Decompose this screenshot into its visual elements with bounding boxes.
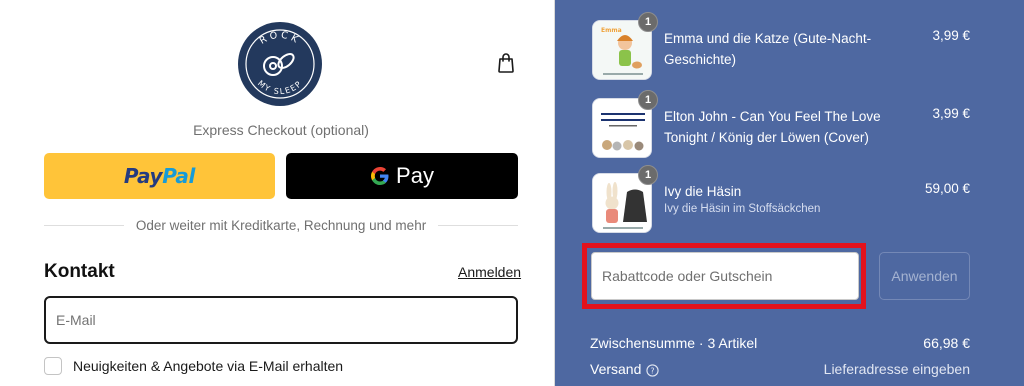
svg-text:?: ? (651, 366, 655, 375)
cart-item-price: 59,00 € (924, 181, 970, 196)
shipping-label: Versand (590, 361, 642, 377)
quantity-badge: 1 (638, 12, 658, 32)
shipping-value: Lieferadresse eingeben (823, 361, 970, 377)
cart-item: 1 Ivy die Häsin Ivy die Häsin im Stoffsä… (592, 165, 972, 233)
contact-heading: Kontakt (44, 261, 115, 282)
google-g-icon (371, 167, 389, 185)
bag-icon[interactable] (494, 51, 518, 75)
quantity-badge: 1 (638, 165, 658, 185)
google-pay-label: Pay (396, 163, 434, 188)
newsletter-label: Neuigkeiten & Angebote via E-Mail erhalt… (73, 358, 344, 374)
divider-line-left (44, 224, 124, 226)
google-pay-button[interactable]: Pay (286, 153, 518, 199)
newsletter-option: Neuigkeiten & Angebote via E-Mail erhalt… (44, 357, 343, 375)
svg-text:Emma: Emma (601, 27, 622, 34)
shipping-label-group: Versand? (590, 361, 660, 377)
cart-item-title: Elton John - Can You Feel The Love Tonig… (664, 109, 881, 145)
paypal-logo: PayPal (123, 164, 196, 188)
apply-discount-button[interactable]: Anwenden (879, 252, 970, 300)
svg-text:ROCK: ROCK (258, 30, 302, 47)
newsletter-checkbox[interactable] (44, 357, 62, 375)
cart-item: Emma 1 Emma und die Katze (Gute-Nacht-Ge… (592, 12, 972, 80)
cart-item-variant: Ivy die Häsin im Stoffsäckchen (664, 203, 821, 215)
quantity-badge: 1 (638, 90, 658, 110)
cart-item-title: Emma und die Katze (Gute-Nacht-Geschicht… (664, 31, 872, 67)
divider-text: Oder weiter mit Kreditkarte, Rechnung un… (135, 217, 427, 233)
subtotal-label: Zwischensumme · 3 Artikel (590, 335, 758, 351)
brand-logo[interactable]: ROCK MY SLEEP (238, 22, 322, 106)
paypal-button[interactable]: PayPal (44, 153, 275, 199)
cart-item-title: Ivy die Häsin (664, 184, 742, 199)
divider-line-right (438, 224, 519, 226)
login-link[interactable]: Anmelden (458, 264, 521, 280)
cart-item-price: 3,99 € (932, 106, 970, 121)
email-field[interactable] (44, 296, 518, 344)
checkout-main-panel: ROCK MY SLEEP Express Checkout (optional… (0, 0, 554, 386)
express-checkout-label: Express Checkout (optional) (193, 122, 369, 138)
rock-my-sleep-logo-icon: ROCK MY SLEEP (245, 29, 315, 99)
cart-item: 1 Elton John - Can You Feel The Love Ton… (592, 90, 972, 158)
cart-item-price: 3,99 € (932, 28, 970, 43)
payment-divider: Oder weiter mit Kreditkarte, Rechnung un… (44, 214, 519, 236)
help-icon[interactable]: ? (646, 364, 660, 377)
discount-code-input[interactable] (591, 252, 859, 300)
subtotal-value: 66,98 € (923, 335, 970, 351)
